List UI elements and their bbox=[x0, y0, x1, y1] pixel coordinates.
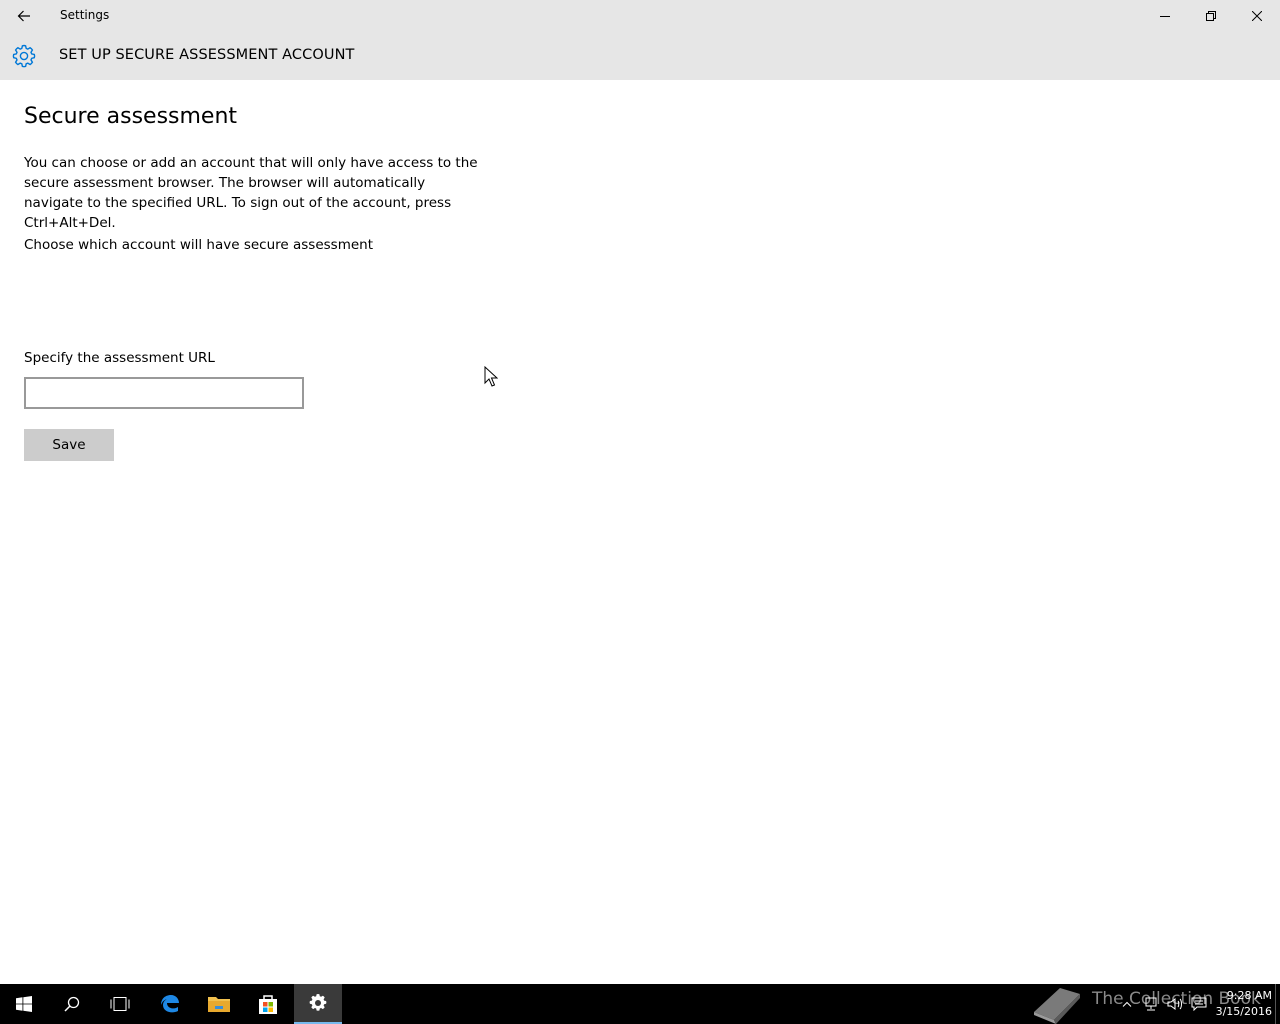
mouse-cursor-icon bbox=[484, 366, 498, 387]
chevron-up-icon bbox=[1122, 1001, 1132, 1007]
taskbar-file-explorer[interactable] bbox=[195, 984, 243, 1024]
close-icon bbox=[1252, 11, 1262, 21]
show-desktop-button[interactable] bbox=[1275, 984, 1276, 1024]
action-center-button[interactable] bbox=[1188, 984, 1210, 1024]
clock-date: 3/15/2016 bbox=[1215, 1005, 1272, 1018]
description-text: You can choose or add an account that wi… bbox=[24, 155, 478, 231]
assessment-url-label: Specify the assessment URL bbox=[24, 350, 215, 366]
task-view-button[interactable] bbox=[96, 984, 144, 1024]
volume-icon bbox=[1167, 998, 1182, 1010]
choose-account-label: Choose which account will have secure as… bbox=[24, 237, 374, 253]
restore-icon bbox=[1206, 11, 1216, 21]
volume-tray-button[interactable] bbox=[1164, 984, 1186, 1024]
close-button[interactable] bbox=[1234, 0, 1280, 32]
back-arrow-icon bbox=[17, 10, 30, 22]
settings-icon bbox=[309, 994, 327, 1011]
network-icon bbox=[1145, 997, 1157, 1011]
store-icon bbox=[259, 995, 277, 1014]
taskbar-edge[interactable] bbox=[146, 984, 194, 1024]
taskbar: The Collection Book 9:28 AM 3/15/2016 bbox=[0, 984, 1280, 1024]
notifications-icon bbox=[1191, 997, 1207, 1011]
edge-icon bbox=[161, 995, 179, 1013]
gear-icon bbox=[12, 44, 36, 68]
taskbar-clock[interactable]: 9:28 AM 3/15/2016 bbox=[1210, 988, 1272, 1020]
taskbar-store[interactable] bbox=[244, 984, 292, 1024]
title-bar: Settings bbox=[0, 0, 1280, 32]
section-title: Secure assessment bbox=[24, 104, 238, 129]
search-button[interactable] bbox=[48, 984, 96, 1024]
start-button[interactable] bbox=[0, 984, 48, 1024]
page-header-title: SET UP SECURE ASSESSMENT ACCOUNT bbox=[59, 47, 355, 63]
start-icon bbox=[16, 996, 32, 1012]
task-view-icon bbox=[110, 997, 130, 1011]
book-logo-icon bbox=[1034, 988, 1080, 1024]
network-tray-button[interactable] bbox=[1140, 984, 1162, 1024]
assessment-url-input[interactable] bbox=[24, 377, 304, 409]
file-explorer-icon bbox=[208, 997, 230, 1012]
restore-button[interactable] bbox=[1188, 0, 1234, 32]
minimize-icon bbox=[1160, 16, 1170, 17]
taskbar-settings[interactable] bbox=[294, 984, 342, 1024]
clock-time: 9:28 AM bbox=[1226, 989, 1272, 1002]
window-title: Settings bbox=[60, 8, 110, 22]
search-icon bbox=[64, 996, 80, 1012]
show-hidden-icons-button[interactable] bbox=[1118, 984, 1136, 1024]
minimize-button[interactable] bbox=[1142, 0, 1188, 32]
back-button[interactable] bbox=[0, 0, 48, 32]
settings-header: SET UP SECURE ASSESSMENT ACCOUNT bbox=[0, 32, 1280, 80]
save-button[interactable]: Save bbox=[24, 429, 114, 461]
